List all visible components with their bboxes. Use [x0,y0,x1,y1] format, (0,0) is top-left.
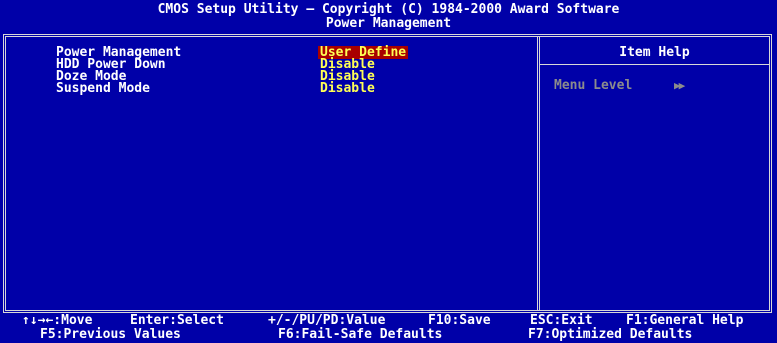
key-help-move: ↑↓→←:Move [22,313,93,328]
key-help-optimized-defaults: F7:Optimized Defaults [528,327,693,342]
item-help-separator [540,64,769,65]
key-help-fail-safe-defaults: F6:Fail-Safe Defaults [278,327,443,342]
header-title: CMOS Setup Utility – Copyright (C) 1984-… [157,2,620,17]
key-help-save: F10:Save [428,313,491,328]
header: CMOS Setup Utility – Copyright (C) 1984-… [0,3,777,30]
item-help-title: Item Help [619,45,690,60]
key-help-select: Enter:Select [130,313,224,328]
key-help-previous-values: F5:Previous Values [40,327,181,342]
menu-level-label: Menu Level [554,78,633,93]
menu-level-arrows-icon: ▶▶ [674,79,685,92]
main-frame: Power Management User Define HDD Power D… [3,34,772,313]
header-subtitle: Power Management [325,16,452,31]
bios-screen: CMOS Setup Utility – Copyright (C) 1984-… [0,0,777,343]
key-help-exit: ESC:Exit [530,313,593,328]
setting-value-suspend-mode[interactable]: Disable [320,82,375,95]
panel-divider [537,37,540,310]
setting-label-suspend-mode[interactable]: Suspend Mode [56,82,150,95]
key-help-general-help: F1:General Help [626,313,744,328]
key-help-value: +/-/PU/PD:Value [268,313,386,328]
